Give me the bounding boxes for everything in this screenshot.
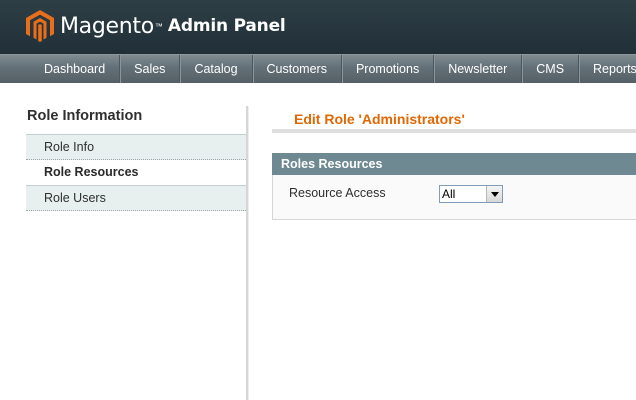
resource-access-label: Resource Access	[289, 186, 386, 200]
resource-access-select[interactable]: All	[439, 185, 503, 203]
roles-resources-fieldset: Resource Access All	[272, 175, 636, 220]
nav-item-dashboard[interactable]: Dashboard	[30, 55, 121, 83]
resource-access-selected-value: All	[442, 187, 456, 201]
role-sidebar: Role Information Role Info Role Resource…	[26, 100, 246, 211]
nav-item-promotions[interactable]: Promotions	[342, 55, 435, 83]
brand-name: Magento	[60, 13, 154, 39]
brand-suffix: Admin Panel	[167, 16, 286, 36]
tab-role-users[interactable]: Role Users	[26, 185, 246, 211]
nav-item-reports[interactable]: Reports	[579, 55, 636, 83]
trademark-mark: ™	[154, 21, 163, 31]
tab-role-resources[interactable]: Role Resources	[26, 160, 246, 185]
nav-item-customers[interactable]: Customers	[253, 55, 342, 83]
dropdown-arrow-icon[interactable]	[486, 186, 502, 202]
magento-logo-icon	[26, 10, 54, 42]
sidebar-title: Role Information	[27, 108, 143, 124]
main-content: Edit Role 'Administrators' Roles Resourc…	[272, 100, 636, 220]
nav-item-sales[interactable]: Sales	[120, 55, 181, 83]
admin-header: Magento ™ Admin Panel	[0, 0, 636, 54]
column-divider	[246, 106, 249, 400]
nav-item-cms[interactable]: CMS	[522, 55, 580, 83]
page-title: Edit Role 'Administrators'	[272, 100, 636, 133]
magento-logo[interactable]: Magento ™ Admin Panel	[26, 9, 286, 43]
nav-item-newsletter[interactable]: Newsletter	[434, 55, 523, 83]
fieldset-legend: Roles Resources	[272, 153, 636, 175]
tab-role-info[interactable]: Role Info	[26, 134, 246, 160]
main-navigation: Dashboard Sales Catalog Customers Promot…	[0, 54, 636, 83]
nav-item-catalog[interactable]: Catalog	[180, 55, 253, 83]
role-tabs: Role Info Role Resources Role Users	[26, 134, 246, 211]
